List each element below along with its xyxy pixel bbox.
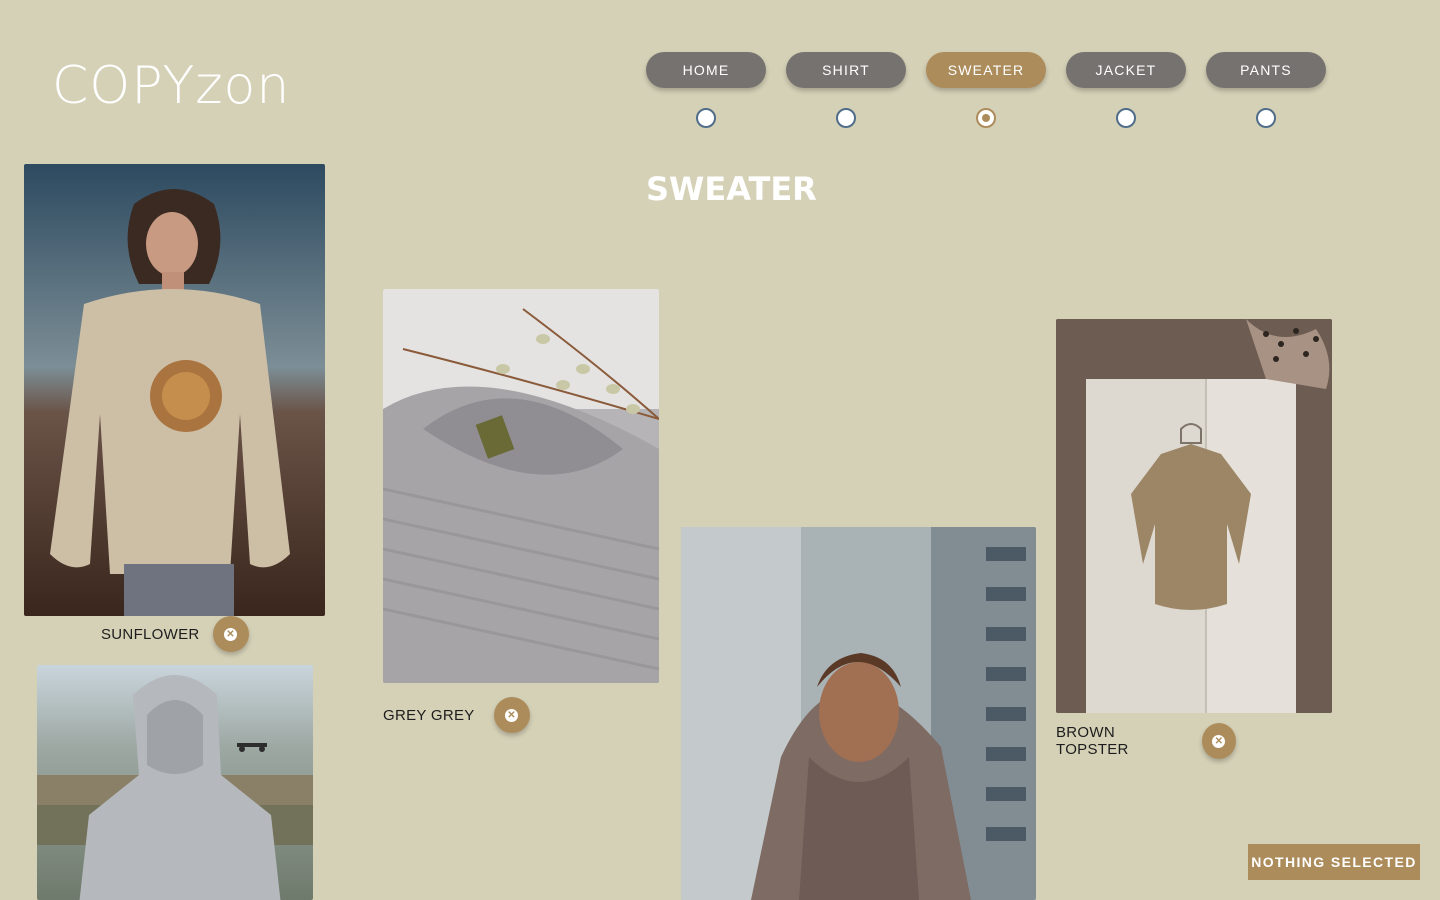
category-nav: HOME SHIRT SWEATER JACKET PANTS bbox=[646, 52, 1326, 128]
nav-item-jacket: JACKET bbox=[1066, 52, 1186, 128]
nav-button-jacket[interactable]: JACKET bbox=[1066, 52, 1186, 88]
remove-button[interactable]: ✕ bbox=[1201, 723, 1236, 759]
product-name: SUNFLOWER bbox=[101, 625, 200, 643]
product-image-brown-hoodie[interactable] bbox=[681, 527, 1036, 900]
radio-home[interactable] bbox=[696, 108, 716, 128]
nav-button-shirt[interactable]: SHIRT bbox=[786, 52, 906, 88]
nav-button-pants[interactable]: PANTS bbox=[1206, 52, 1326, 88]
nav-button-home[interactable]: HOME bbox=[646, 52, 766, 88]
logo: COPYzon bbox=[52, 56, 291, 116]
product-name: GREY GREY bbox=[383, 706, 475, 724]
product-image-grey-grey[interactable] bbox=[383, 289, 659, 683]
remove-button[interactable]: ✕ bbox=[493, 697, 530, 733]
selection-status: NOTHING SELECTED bbox=[1248, 844, 1420, 880]
product-caption-grey-grey: GREY GREY ✕ bbox=[383, 697, 543, 733]
product-image-sunflower[interactable] bbox=[24, 164, 325, 616]
radio-jacket[interactable] bbox=[1116, 108, 1136, 128]
radio-shirt[interactable] bbox=[836, 108, 856, 128]
product-caption-brown-topster: BROWN TOPSTER ✕ bbox=[1056, 723, 1236, 759]
nav-button-sweater[interactable]: SWEATER bbox=[926, 52, 1046, 88]
nav-item-sweater: SWEATER bbox=[926, 52, 1046, 128]
radio-pants[interactable] bbox=[1256, 108, 1276, 128]
product-caption-sunflower: SUNFLOWER ✕ bbox=[101, 616, 261, 652]
close-circle-icon: ✕ bbox=[1212, 734, 1226, 748]
nav-item-pants: PANTS bbox=[1206, 52, 1326, 128]
nav-item-home: HOME bbox=[646, 52, 766, 128]
radio-sweater[interactable] bbox=[976, 108, 996, 128]
product-name: BROWN TOPSTER bbox=[1056, 724, 1129, 758]
product-image-grey-hoodie[interactable] bbox=[37, 665, 313, 900]
page-title: SWEATER bbox=[646, 170, 817, 208]
close-circle-icon: ✕ bbox=[224, 627, 238, 641]
close-circle-icon: ✕ bbox=[505, 708, 519, 722]
nav-item-shirt: SHIRT bbox=[786, 52, 906, 128]
product-image-brown-topster[interactable] bbox=[1056, 319, 1332, 713]
remove-button[interactable]: ✕ bbox=[212, 616, 249, 652]
